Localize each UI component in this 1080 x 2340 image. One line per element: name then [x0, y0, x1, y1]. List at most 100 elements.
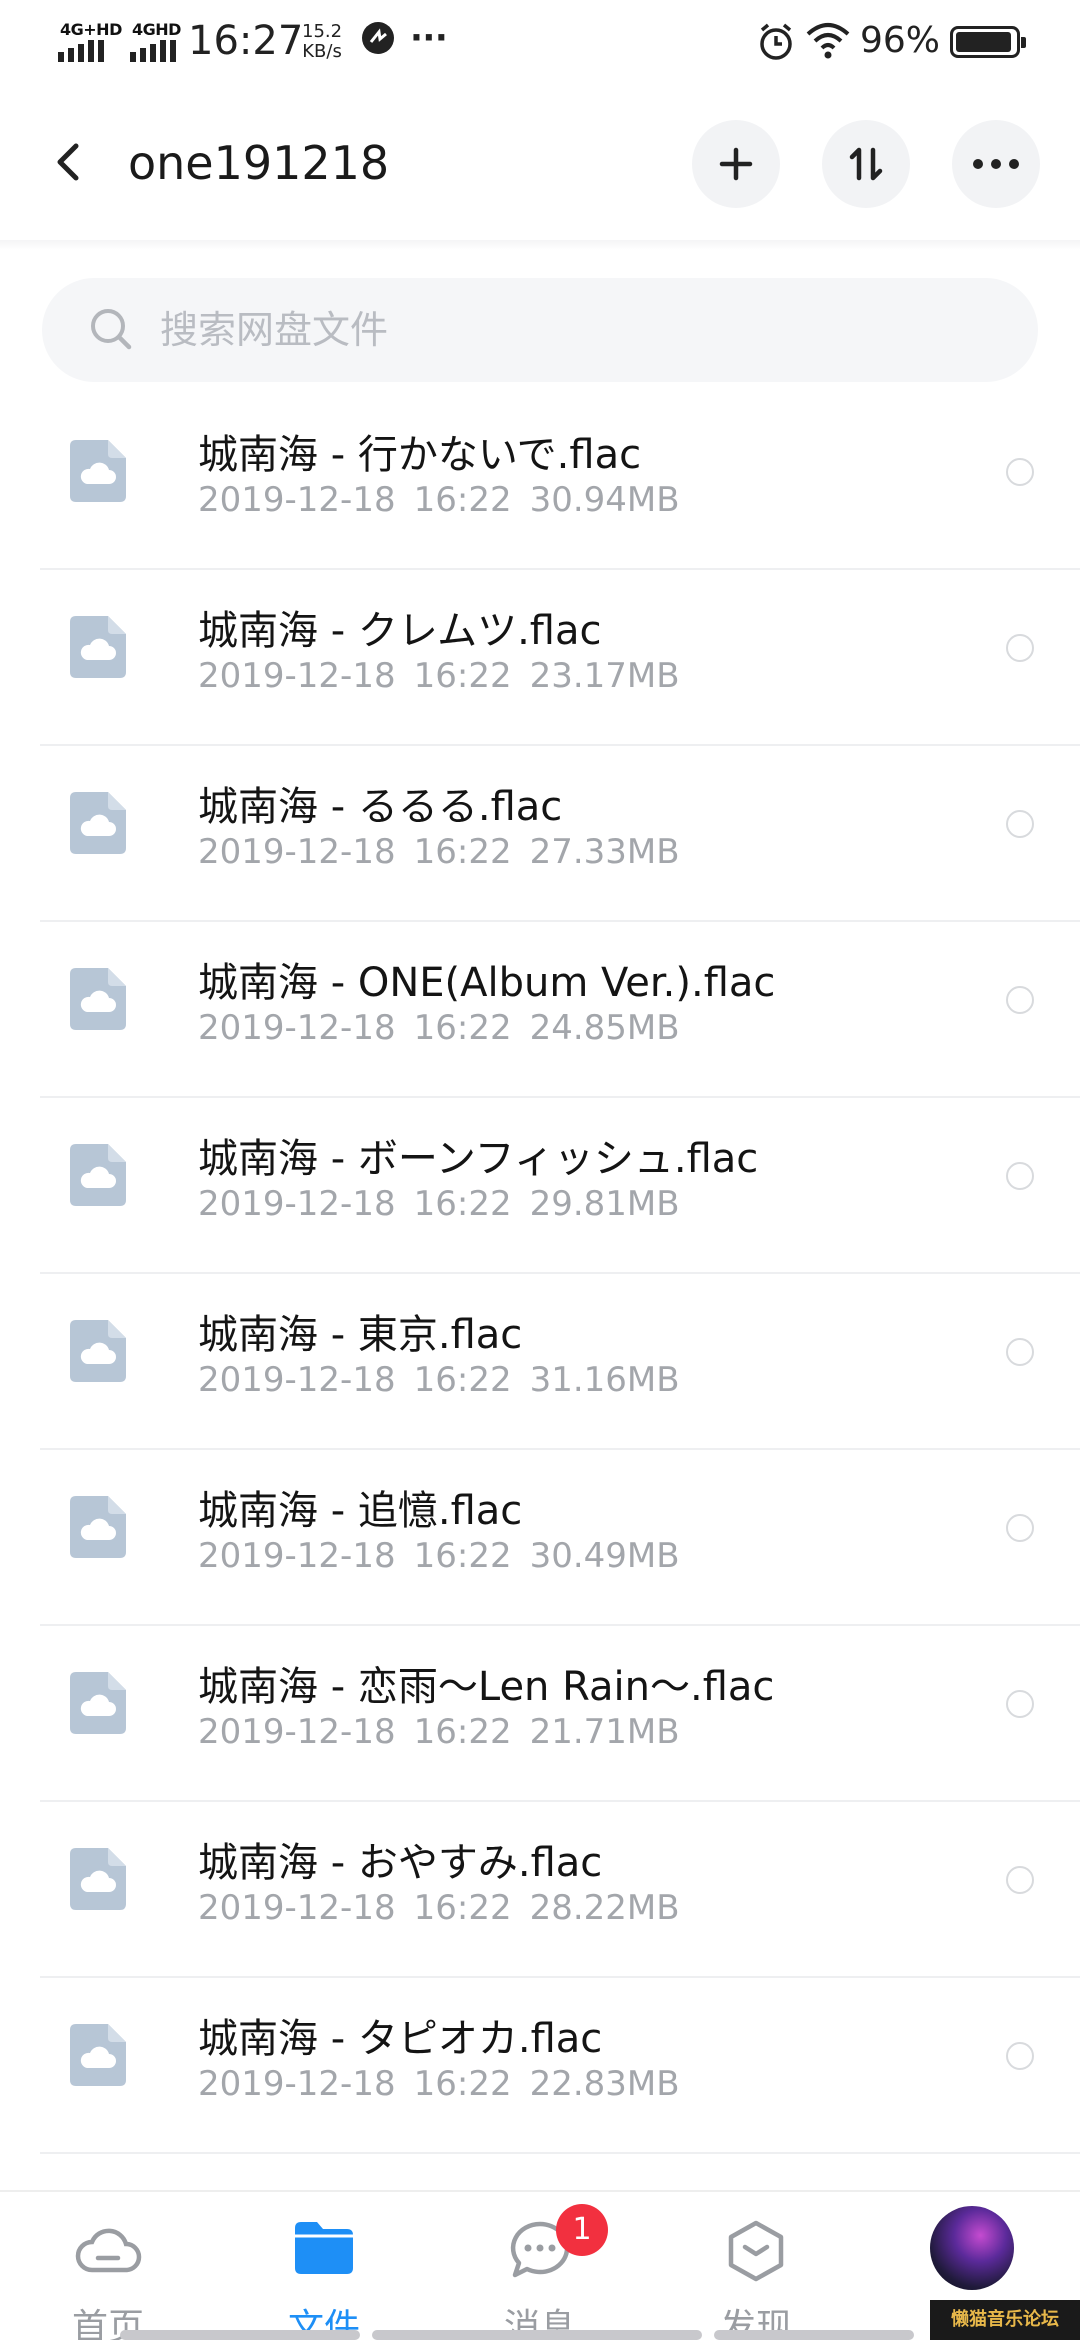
- file-meta: 2019-12-18 16:22 29.81MB: [198, 1184, 698, 1224]
- folder-icon: [295, 2222, 353, 2274]
- network-label-1: 4G+HD: [60, 20, 122, 39]
- cloud-file-icon: [70, 1496, 126, 1558]
- signal-icon-1: [58, 40, 104, 62]
- file-time: 16:22: [413, 1184, 512, 1224]
- file-size: 28.22MB: [529, 1888, 680, 1928]
- clock: 16:27: [188, 18, 304, 64]
- file-meta: 2019-12-18 16:22 27.33MB: [198, 832, 698, 872]
- file-date: 2019-12-18: [198, 2064, 396, 2104]
- nav-files[interactable]: 文件: [244, 2192, 404, 2340]
- more-icon: [973, 159, 1019, 169]
- file-row[interactable]: 城南海 - 追憶.flac 2019-12-18 16:22 30.49MB: [0, 1450, 1080, 1626]
- file-size: 22.83MB: [529, 2064, 680, 2104]
- speed-unit: KB/s: [302, 41, 342, 62]
- network-speed: 15.2 KB/s: [302, 22, 342, 62]
- file-row[interactable]: 城南海 - 東京.flac 2019-12-18 16:22 31.16MB: [0, 1274, 1080, 1450]
- file-size: 29.81MB: [529, 1184, 680, 1224]
- nav-discover[interactable]: 发现: [676, 2192, 836, 2340]
- sort-button[interactable]: [822, 120, 910, 208]
- status-bar: 4G+HD 4GHD 16:27 15.2 KB/s ··· 96%: [0, 0, 1080, 84]
- select-checkbox[interactable]: [1006, 634, 1034, 662]
- file-date: 2019-12-18: [198, 1536, 396, 1576]
- battery-percent: 96%: [860, 20, 941, 61]
- select-checkbox[interactable]: [1006, 986, 1034, 1014]
- file-row[interactable]: 城南海 - クレムツ.flac 2019-12-18 16:22 23.17MB: [0, 570, 1080, 746]
- file-meta: 2019-12-18 16:22 28.22MB: [198, 1888, 698, 1928]
- file-time: 16:22: [413, 1360, 512, 1400]
- vpn-icon: [362, 22, 394, 54]
- file-meta: 2019-12-18 16:22 22.83MB: [198, 2064, 698, 2104]
- cloud-file-icon: [70, 968, 126, 1030]
- cloud-file-icon: [70, 616, 126, 678]
- file-name: 城南海 - ONE(Album Ver.).flac: [198, 960, 776, 1006]
- file-date: 2019-12-18: [198, 1888, 396, 1928]
- select-checkbox[interactable]: [1006, 1162, 1034, 1190]
- file-row[interactable]: 城南海 - タピオカ.flac 2019-12-18 16:22 22.83MB: [0, 1978, 1080, 2154]
- screen: 4G+HD 4GHD 16:27 15.2 KB/s ··· 96% one19…: [0, 0, 1080, 2340]
- search-icon: [91, 309, 132, 350]
- header-divider: [0, 240, 1080, 250]
- discover-icon: [728, 2220, 784, 2282]
- file-row[interactable]: 城南海 - るるる.flac 2019-12-18 16:22 27.33MB: [0, 746, 1080, 922]
- file-time: 16:22: [413, 832, 512, 872]
- file-meta: 2019-12-18 16:22 24.85MB: [198, 1008, 698, 1048]
- search-input[interactable]: [160, 296, 980, 364]
- file-time: 16:22: [413, 480, 512, 520]
- file-row[interactable]: 城南海 - 行かないで.flac 2019-12-18 16:22 30.94MB: [0, 394, 1080, 570]
- file-meta: 2019-12-18 16:22 23.17MB: [198, 656, 698, 696]
- file-size: 30.49MB: [529, 1536, 680, 1576]
- select-checkbox[interactable]: [1006, 810, 1034, 838]
- file-name: 城南海 - 行かないで.flac: [198, 432, 642, 478]
- file-meta: 2019-12-18 16:22 30.49MB: [198, 1536, 698, 1576]
- search-bar[interactable]: [42, 278, 1038, 382]
- file-row[interactable]: 城南海 - 恋雨～Len Rain～.flac 2019-12-18 16:22 21…: [0, 1626, 1080, 1802]
- file-date: 2019-12-18: [198, 656, 396, 696]
- add-button[interactable]: [692, 120, 780, 208]
- file-name: 城南海 - るるる.flac: [198, 784, 563, 830]
- file-name: 城南海 - 東京.flac: [198, 1312, 523, 1358]
- select-checkbox[interactable]: [1006, 2042, 1034, 2070]
- file-row[interactable]: 城南海 - ボーンフィッシュ.flac 2019-12-18 16:22 29.81M…: [0, 1098, 1080, 1274]
- file-size: 30.94MB: [529, 480, 680, 520]
- file-meta: 2019-12-18 16:22 31.16MB: [198, 1360, 698, 1400]
- nav-messages[interactable]: 1 消息: [460, 2192, 620, 2340]
- select-checkbox[interactable]: [1006, 1338, 1034, 1366]
- gesture-bar-left: [120, 2330, 360, 2340]
- gesture-bar-right: [714, 2330, 914, 2340]
- cloud-file-icon: [70, 440, 126, 502]
- file-list: 城南海 - 行かないで.flac 2019-12-18 16:22 30.94MB 城南…: [0, 394, 1080, 2154]
- cloud-file-icon: [70, 2024, 126, 2086]
- alarm-icon: [760, 23, 792, 60]
- select-checkbox[interactable]: [1006, 1866, 1034, 1894]
- file-row[interactable]: 城南海 - おやすみ.flac 2019-12-18 16:22 28.22MB: [0, 1802, 1080, 1978]
- more-button[interactable]: [952, 120, 1040, 208]
- file-time: 16:22: [413, 1008, 512, 1048]
- select-checkbox[interactable]: [1006, 1514, 1034, 1542]
- chevron-left-icon: [57, 143, 79, 181]
- file-name: 城南海 - タピオカ.flac: [198, 2016, 603, 2062]
- file-date: 2019-12-18: [198, 1008, 396, 1048]
- unread-badge: 1: [556, 2204, 608, 2256]
- network-label-2: 4GHD: [132, 20, 181, 39]
- page-title: one191218: [128, 136, 390, 190]
- more-notifications-icon: ···: [410, 18, 448, 58]
- file-date: 2019-12-18: [198, 1360, 396, 1400]
- nav-home[interactable]: 首页: [28, 2192, 188, 2340]
- avatar[interactable]: [930, 2206, 1014, 2290]
- file-name: 城南海 - 恋雨～Len Rain～.flac: [198, 1664, 775, 1710]
- back-button[interactable]: [40, 132, 100, 192]
- file-date: 2019-12-18: [198, 832, 396, 872]
- bottom-nav: 首页 文件 1 消息 发现: [0, 2190, 1080, 2340]
- file-meta: 2019-12-18 16:22 21.71MB: [198, 1712, 698, 1752]
- gesture-bar-center: [372, 2330, 702, 2340]
- select-checkbox[interactable]: [1006, 1690, 1034, 1718]
- file-name: 城南海 - ボーンフィッシュ.flac: [198, 1136, 759, 1182]
- file-row[interactable]: 城南海 - ONE(Album Ver.).flac 2019-12-18 16:2…: [0, 922, 1080, 1098]
- cloud-file-icon: [70, 1672, 126, 1734]
- file-size: 31.16MB: [529, 1360, 680, 1400]
- signal-icon-2: [130, 40, 176, 62]
- cloud-icon: [75, 2228, 142, 2273]
- cloud-file-icon: [70, 1144, 126, 1206]
- select-checkbox[interactable]: [1006, 458, 1034, 486]
- battery-icon: [950, 26, 1026, 58]
